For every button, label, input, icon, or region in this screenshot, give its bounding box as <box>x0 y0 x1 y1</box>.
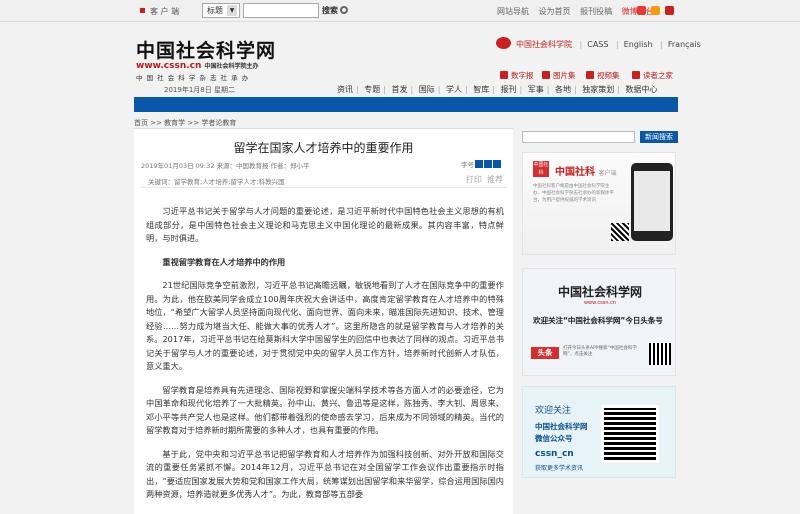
video-gallery-link[interactable]: 视频集 <box>586 70 620 81</box>
app-download-banner[interactable]: 中国社科 中国社科 客户端 中国社科客户端是由中国社会科学院主办、中国社会科学杂… <box>522 152 676 255</box>
wechat-tagline: 获取更多学术资讯 <box>535 465 584 472</box>
paragraph: 习近平总书记关于留学与人才问题的重要论述，是习近平新时代中国特色社会主义思想的有… <box>146 206 504 243</box>
news-search-button[interactable]: 新闻搜索 <box>640 131 678 143</box>
search-button[interactable]: 搜索 <box>322 5 348 16</box>
banner-logo: 中国社会科学网 <box>557 285 642 299</box>
wechat-banner[interactable]: 欢迎关注 中国社会科学网 微信公众号 cssn_cn 获取更多学术资讯 <box>522 386 676 478</box>
nav-thinktank[interactable]: 智库 <box>473 85 489 94</box>
wechat-handle: cssn_cn <box>535 449 574 459</box>
top-utility-bar: 客 户 端 标题▼ 搜索 网站导航 设为首页 报刊投稿 微博平台 <box>0 0 800 22</box>
nav-divider-bar <box>134 97 678 112</box>
paragraph: 21世纪国际竞争空前激烈，习近平总书记高瞻远瞩，敏锐地看到了人才在国际竞争中的重… <box>146 280 504 371</box>
qr-code-icon <box>611 223 629 241</box>
set-homepage-link[interactable]: 设为首页 <box>539 7 571 16</box>
recommend-link[interactable]: 推荐 <box>487 175 503 184</box>
current-date: 2019年1月8日 星期二 <box>164 86 235 94</box>
search-icon <box>340 6 348 14</box>
cass-en-link[interactable]: CASS <box>587 40 608 49</box>
article-title: 留学在国家人才培养中的重要作用 <box>233 141 414 155</box>
english-link[interactable]: English <box>624 40 653 49</box>
search-type-select[interactable]: 标题 ▼ <box>202 3 240 18</box>
banner-url: www.cssn.cn <box>583 300 617 306</box>
site-nav-link[interactable]: 网站导航 <box>497 7 529 16</box>
qr-code-icon <box>601 405 659 463</box>
article-body: 习近平总书记关于留学与人才问题的重要论述，是习近平新时代中国特色社会主义思想的有… <box>146 205 504 512</box>
phone-mockup <box>631 163 673 241</box>
image-icon <box>542 71 550 79</box>
site-url: www.cssn.cn 中国社会科学院主办 <box>136 61 259 71</box>
nav-military[interactable]: 军事 <box>528 85 544 94</box>
french-link[interactable]: Français <box>668 40 701 49</box>
client-icon <box>140 8 145 13</box>
nav-exclusive[interactable]: 独家策划 <box>582 85 614 94</box>
article-keywords: 关键词：留学教育;人才培养;留学人才;科教兴国 <box>148 178 285 186</box>
nav-topics[interactable]: 专题 <box>364 85 380 94</box>
qr-code-icon <box>649 343 671 365</box>
toutiao-logo: 头条 <box>531 347 559 359</box>
nav-scholars[interactable]: 学人 <box>446 85 462 94</box>
cass-logo-icon <box>496 37 511 49</box>
video-icon <box>586 71 594 79</box>
logo-subtitle: 中 国 社 会 科 学 杂 志 社 承 办 <box>136 74 250 82</box>
nav-data[interactable]: 数据中心 <box>626 85 658 94</box>
nav-first[interactable]: 首发 <box>392 85 408 94</box>
main-nav: 资讯 | 专题 | 首发 | 国际 | 学人 | 智库 | 报刊 | 军事 | 各地 | 独家策划… <box>337 85 658 94</box>
reader-icon <box>632 71 640 79</box>
digital-paper-link[interactable]: 数字报 <box>500 70 534 81</box>
rss-icon[interactable] <box>651 6 660 15</box>
chevron-down-icon: ▼ <box>227 5 237 16</box>
app-icon: 中国社科 <box>533 161 549 177</box>
site-logo[interactable]: 中国社会科学网 <box>136 36 276 63</box>
paragraph: 基于此，党中央和习近平总书记把留学教育和人才培养作为加强科技创新、对外开放和国际… <box>146 448 504 500</box>
banner-description: 打开今日头条APP搜索“中国社会科学网”，点击关注 <box>563 346 637 357</box>
subheading: 重视留学教育在人才培养中的作用 <box>162 256 286 267</box>
toutiao-banner[interactable]: 中国社会科学网 www.cssn.cn 欢迎关注“中国社会科学网”今日头条号 头… <box>522 268 676 376</box>
paragraph: 留学教育是培养具有先进理念、国际视野和掌握尖端科学技术等各方面人才的必要途径，它… <box>146 384 504 436</box>
pdf-icon[interactable] <box>665 6 674 15</box>
newspaper-icon <box>500 71 508 79</box>
divider <box>140 187 507 188</box>
header-links: 中国社会科学院 | CASS | English | Français <box>496 37 701 50</box>
client-link[interactable]: 客 户 端 <box>140 6 179 17</box>
print-link[interactable]: 打印 <box>466 175 482 184</box>
app-name: 中国社科 客户端 <box>555 167 617 178</box>
cass-link[interactable]: 中国社会科学院 <box>516 40 572 49</box>
nav-intl[interactable]: 国际 <box>419 85 435 94</box>
nav-news[interactable]: 资讯 <box>337 85 353 94</box>
news-search-input[interactable] <box>522 131 635 143</box>
font-large-button[interactable] <box>475 160 483 168</box>
wechat-line2: 中国社会科学网 <box>535 422 588 431</box>
nav-regions[interactable]: 各地 <box>555 85 571 94</box>
print-recommend: 打印 推荐 <box>466 174 503 185</box>
article-panel: 留学在国家人才培养中的重要作用 2019年01月03日 09:32 来源：中国教… <box>134 128 513 514</box>
photo-gallery-link[interactable]: 图片集 <box>542 70 576 81</box>
wechat-line1: 欢迎关注 <box>535 406 572 416</box>
font-small-button[interactable] <box>493 160 501 168</box>
weibo-icon[interactable] <box>637 6 646 15</box>
breadcrumb[interactable]: 首页 >> 教育学 >> 学者论教育 <box>134 118 236 128</box>
submit-link[interactable]: 报刊投稿 <box>580 7 612 16</box>
search-input[interactable] <box>243 3 319 18</box>
app-description: 中国社科客户端是由中国社会科学院主办、中国社会科学杂志社承办的新媒体平台，为用户… <box>533 184 614 203</box>
wechat-line3: 微信公众号 <box>535 434 573 443</box>
banner-caption: 欢迎关注“中国社会科学网”今日头条号 <box>533 316 663 325</box>
readers-home-link[interactable]: 读者之家 <box>632 70 673 81</box>
article-meta: 2019年01月03日 09:32 来源：中国教育报 作者：郑小平 <box>141 162 310 170</box>
font-medium-button[interactable] <box>484 160 492 168</box>
nav-press[interactable]: 报刊 <box>501 85 517 94</box>
font-size-control: 字号 <box>461 159 501 169</box>
